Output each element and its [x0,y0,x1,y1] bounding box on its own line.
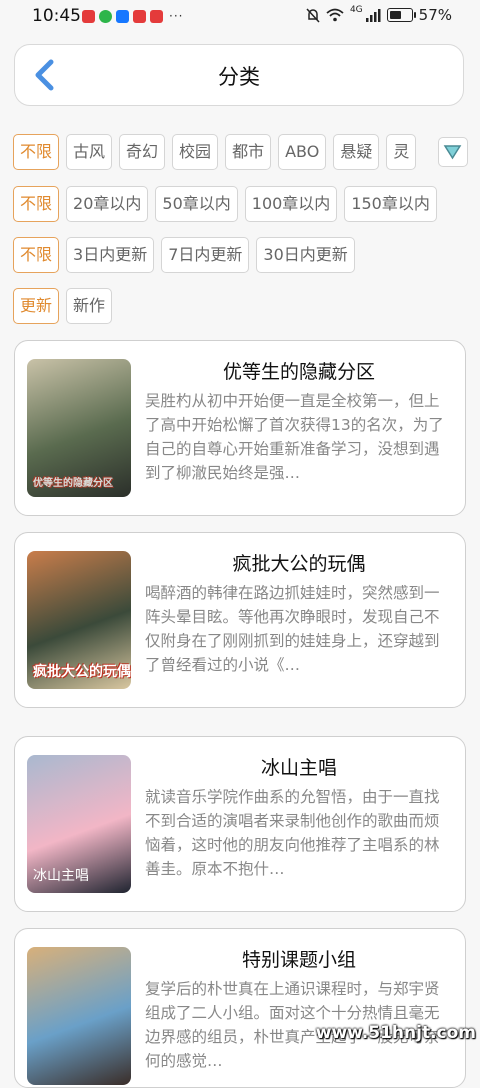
book-cover-image: 优等生的隐藏分区 [27,359,131,497]
book-cover-image: 冰山主唱 [27,755,131,893]
cover-title-art: 优等生的隐藏分区 [33,478,113,489]
alipay-icon [116,9,129,23]
sort-chip[interactable]: 更新 [13,288,60,324]
filter-genre-chip[interactable]: 校园 [172,134,219,170]
filter-update-chip[interactable]: 30日内更新 [256,237,355,273]
filter-genre-chip[interactable]: 古风 [66,134,113,170]
app-red-icon [82,9,95,23]
filter-genre-chip[interactable]: 灵 [386,134,417,170]
filter-row-genre: 不限 古风 奇幻 校园 都市 ABO 悬疑灵 [13,134,468,170]
filter-update-chip[interactable]: 3日内更新 [66,237,155,273]
mute-icon [306,7,320,23]
wechat-icon [99,9,112,23]
book-cover-image: 疯批大公的玩偶 [27,551,131,689]
filter-row-sort: 更新 新作 [13,288,468,324]
page-header: 分类 [14,44,464,106]
watermark: www.51hnjt.com [315,1023,476,1043]
signal-icon [365,9,381,22]
battery-percent: 57% [418,6,452,24]
app-red-icon [150,9,163,23]
book-description: 喝醉酒的韩律在路边抓娃娃时，突然感到一阵头晕目眩。等他再次睁眼时，发现自己不仅附… [145,584,440,674]
page-title: 分类 [218,65,260,89]
sort-chip[interactable]: 新作 [66,288,113,324]
book-title: 冰山主唱 [260,757,337,779]
cover-title-art: 疯批大公的玩偶 [33,664,131,680]
book-title: 疯批大公的玩偶 [232,553,366,575]
filter-genre-chip[interactable]: 都市 [225,134,272,170]
filter-length-chip[interactable]: 20章以内 [66,186,149,222]
cover-title-art: 冰山主唱 [33,868,89,884]
book-title: 特别课题小组 [241,949,356,971]
book-card[interactable]: 特别课题小组 复学后的朴世真在上通识课程时，与郑宇贤组成了二人小组。面对这个十分… [14,928,466,1088]
status-bar: 10:45 ··· 4G 57% [0,0,480,34]
app-red-icon [133,9,146,23]
status-time: 10:45 [32,6,81,26]
filter-genre-chip[interactable]: 悬疑 [333,134,380,170]
network-type: 4G [349,5,363,15]
book-card[interactable]: 冰山主唱 冰山主唱 就读音乐学院作曲系的允智悟，由于一直找不到合适的演唱者来录制… [14,736,466,912]
wifi-icon [326,8,344,22]
filter-genre-chip[interactable]: 不限 [13,134,60,170]
more-notifications-icon: ··· [169,9,184,23]
filter-genre-chip[interactable]: ABO [278,134,327,170]
filter-row-update: 不限 3日内更新 7日内更新 30日内更新 [13,237,468,273]
book-card[interactable]: 疯批大公的玩偶 疯批大公的玩偶 喝醉酒的韩律在路边抓娃娃时，突然感到一阵头晕目眩… [14,532,466,708]
filter-length-chip[interactable]: 不限 [13,186,60,222]
expand-filters-button[interactable] [438,137,468,167]
book-card[interactable]: 优等生的隐藏分区 优等生的隐藏分区 吴胜杓从初中开始便一直是全校第一，但上了高中… [14,340,466,516]
filter-length-chip[interactable]: 50章以内 [155,186,238,222]
filter-update-chip[interactable]: 不限 [13,237,60,273]
triangle-down-icon [443,145,462,160]
filter-length-chip[interactable]: 150章以内 [344,186,437,222]
filter-length-chip[interactable]: 100章以内 [244,186,338,222]
system-icons: 4G 57% [306,5,452,24]
filter-update-chip[interactable]: 7日内更新 [161,237,250,273]
battery-level [389,11,402,19]
battery-icon [386,8,416,22]
book-description: 吴胜杓从初中开始便一直是全校第一，但上了高中开始松懈了首次获得13的名次，为了自… [145,392,444,482]
filter-row-length: 不限 20章以内 50章以内 100章以内 150章以内 [13,186,468,222]
notification-icons: ··· [82,9,183,23]
book-title: 优等生的隐藏分区 [222,361,375,383]
book-description: 就读音乐学院作曲系的允智悟，由于一直找不到合适的演唱者来录制他创作的歌曲而烦恼着… [145,788,440,878]
book-cover-image [27,947,131,1085]
filter-genre-chip[interactable]: 奇幻 [119,134,166,170]
